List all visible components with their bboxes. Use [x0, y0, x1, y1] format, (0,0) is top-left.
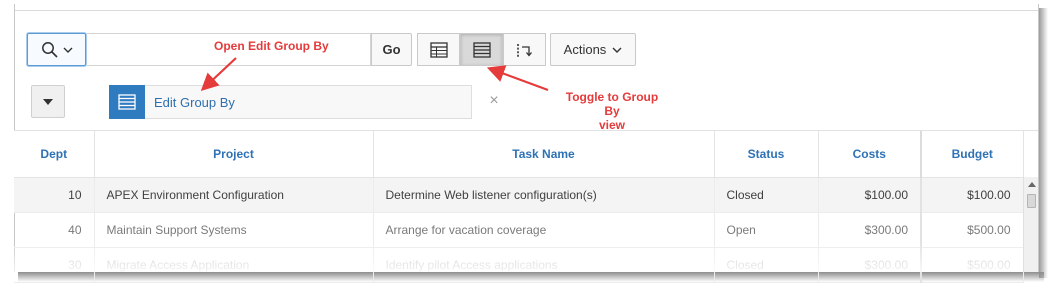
group-by-badge	[109, 84, 145, 119]
cell-task-name: Identify pilot Access applications	[373, 247, 715, 283]
grid-view-icon	[429, 41, 448, 58]
column-header-status[interactable]: Status	[714, 131, 819, 178]
grid-view-button[interactable]	[417, 33, 460, 66]
caret-down-icon	[43, 98, 53, 105]
screenshot-shadow-right	[1039, 8, 1048, 278]
group-by-view-button[interactable]	[460, 33, 503, 66]
table-row: 10 APEX Environment Configuration Determ…	[14, 177, 1024, 213]
actions-label: Actions	[563, 42, 607, 57]
report-table: Dept Project Task Name Status Costs Budg…	[14, 130, 1038, 283]
pivot-view-icon	[516, 43, 532, 57]
column-header-budget[interactable]: Budget	[921, 131, 1024, 178]
cell-dept: 40	[14, 212, 95, 248]
cell-costs: $300.00	[818, 247, 922, 283]
cell-budget: $100.00	[921, 177, 1024, 213]
toggle-report-settings-button[interactable]	[31, 85, 65, 118]
cell-dept: 10	[14, 177, 95, 213]
column-header-costs[interactable]: Costs	[818, 131, 922, 178]
actions-menu-button[interactable]: Actions	[550, 33, 636, 66]
cell-dept: 30	[14, 247, 95, 283]
chevron-down-icon	[63, 47, 72, 53]
cell-budget: $500.00	[921, 212, 1024, 248]
column-header-project[interactable]: Project	[94, 131, 374, 178]
cell-project: Migrate Access Application	[94, 247, 374, 283]
column-header-dept[interactable]: Dept	[14, 131, 95, 178]
cell-status: Open	[714, 212, 819, 248]
group-by-view-icon	[472, 41, 491, 58]
cell-costs: $300.00	[818, 212, 922, 248]
remove-group-by-icon[interactable]: ×	[486, 92, 502, 110]
annotation-edit-group-by: Open Edit Group By	[214, 39, 329, 53]
edit-group-by-link[interactable]: Edit Group By	[109, 84, 472, 119]
cell-status: Closed	[714, 247, 819, 283]
search-icon	[41, 41, 58, 58]
vertical-scrollbar[interactable]	[1023, 177, 1038, 272]
table-row: 40 Maintain Support Systems Arrange for …	[14, 212, 1024, 248]
table-row: 30 Migrate Access Application Identify p…	[14, 247, 1024, 283]
cell-project: APEX Environment Configuration	[94, 177, 374, 213]
go-button[interactable]: Go	[371, 33, 412, 66]
group-by-view-icon	[118, 93, 136, 110]
search-column-button[interactable]	[27, 33, 86, 66]
chevron-down-icon	[612, 47, 622, 53]
column-header-task-name[interactable]: Task Name	[373, 131, 715, 178]
cell-task-name: Determine Web listener configuration(s)	[373, 177, 715, 213]
annotation-toggle-line-1: Toggle to Group By	[565, 90, 659, 118]
cell-costs: $100.00	[818, 177, 922, 213]
scroll-up-button[interactable]	[1024, 177, 1039, 192]
scroll-up-arrow-icon	[1027, 181, 1036, 187]
cell-project: Maintain Support Systems	[94, 212, 374, 248]
annotation-toggle-group-by: Toggle to Group By view	[557, 90, 667, 132]
cell-task-name: Arrange for vacation coverage	[373, 212, 715, 248]
edit-group-by-label: Edit Group By	[154, 94, 235, 110]
scrollbar-thumb[interactable]	[1026, 194, 1036, 208]
table-header-row: Dept Project Task Name Status Costs Budg…	[14, 131, 1024, 178]
cell-status: Closed	[714, 177, 819, 213]
pivot-view-button[interactable]	[503, 33, 546, 66]
cell-budget: $500.00	[921, 247, 1024, 283]
